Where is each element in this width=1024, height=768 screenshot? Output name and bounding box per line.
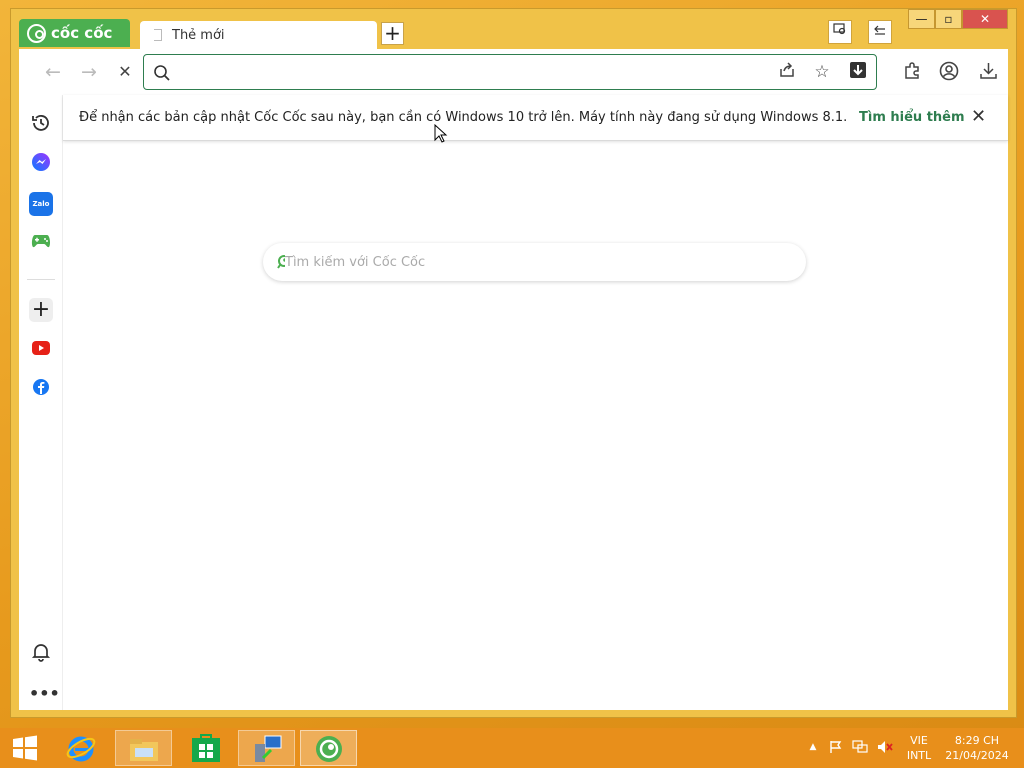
address-input[interactable] <box>180 62 770 82</box>
clock[interactable]: 8:29 CH 21/04/2024 <box>940 733 1014 763</box>
mouse-cursor-icon <box>434 124 448 143</box>
coccoc-logo-icon <box>27 23 46 43</box>
tab-search-button[interactable] <box>828 20 852 44</box>
star-icon[interactable]: ☆ <box>811 61 833 83</box>
profile-icon[interactable] <box>938 61 960 83</box>
download-page-icon[interactable] <box>847 61 869 83</box>
clock-date: 21/04/2024 <box>945 749 1009 762</box>
tab-strip: cốc cốc Thẻ mới + — ▫ ✕ <box>11 9 1016 49</box>
coccoc-icon[interactable] <box>300 730 357 766</box>
taskbar: ▲ VIE INTL 8:29 CH 21/04/2024 <box>0 728 1024 768</box>
newtab-search-box[interactable] <box>263 243 806 281</box>
tab-new-tab[interactable]: Thẻ mới <box>140 21 377 49</box>
language-code: VIE <box>910 734 928 747</box>
brand-name: cốc cốc <box>51 24 113 42</box>
search-icon <box>154 65 170 81</box>
stop-icon[interactable]: ✕ <box>114 61 136 83</box>
windows-start-icon[interactable] <box>0 730 50 766</box>
store-icon[interactable] <box>177 730 234 766</box>
bell-icon[interactable] <box>29 642 53 666</box>
share-icon[interactable] <box>776 61 798 83</box>
browser-window: cốc cốc Thẻ mới + — ▫ ✕ ← → ✕ ☆ Zalo + •… <box>10 8 1017 718</box>
internet-explorer-icon[interactable] <box>52 730 109 766</box>
history-icon[interactable] <box>29 112 53 136</box>
more-icon[interactable]: ••• <box>29 682 60 706</box>
newtab-page: Để nhận các bản cập nhật Cốc Cốc sau này… <box>63 95 1008 710</box>
newtab-search-input[interactable] <box>285 252 785 272</box>
input-language[interactable]: VIE INTL <box>902 733 936 763</box>
close-infobar-icon[interactable]: ✕ <box>971 106 986 127</box>
network-wizard-icon[interactable] <box>238 730 295 766</box>
toolbar: ← → ✕ ☆ <box>19 49 1008 95</box>
extensions-icon[interactable] <box>901 61 923 83</box>
clock-time: 8:29 CH <box>954 734 1000 747</box>
action-center-flag-icon[interactable] <box>828 740 844 758</box>
youtube-icon[interactable] <box>29 338 53 362</box>
show-hidden-icons-icon[interactable]: ▲ <box>806 740 820 755</box>
sidebar-divider <box>27 279 55 280</box>
update-infobar: Để nhận các bản cập nhật Cốc Cốc sau này… <box>63 95 1008 141</box>
keyboard-layout: INTL <box>906 749 932 762</box>
network-icon[interactable] <box>852 740 868 758</box>
zalo-icon[interactable]: Zalo <box>29 192 53 216</box>
coccoc-menu-button[interactable]: cốc cốc <box>19 19 130 47</box>
volume-muted-icon[interactable] <box>876 740 894 758</box>
sidebar-toggle-button[interactable] <box>868 20 892 44</box>
game-icon[interactable] <box>29 232 53 256</box>
sidebar: Zalo + ••• <box>19 95 63 710</box>
back-icon[interactable]: ← <box>42 61 64 83</box>
maximize-button[interactable]: ▫ <box>935 9 962 29</box>
page-icon <box>154 29 162 41</box>
tab-search-icon <box>833 23 846 35</box>
sidebar-toggle-icon <box>874 25 885 35</box>
downloads-icon[interactable] <box>977 61 999 83</box>
new-tab-button[interactable]: + <box>381 22 404 45</box>
file-explorer-icon[interactable] <box>115 730 172 766</box>
tab-title: Thẻ mới <box>172 27 225 43</box>
minimize-button[interactable]: — <box>908 9 935 29</box>
close-button[interactable]: ✕ <box>962 9 1008 29</box>
forward-icon[interactable]: → <box>78 61 100 83</box>
messenger-icon[interactable] <box>29 152 53 176</box>
add-icon[interactable]: + <box>29 298 53 322</box>
learn-more-link[interactable]: Tìm hiểu thêm <box>859 110 965 125</box>
infobar-message: Để nhận các bản cập nhật Cốc Cốc sau này… <box>79 110 848 125</box>
address-bar[interactable]: ☆ <box>143 54 877 90</box>
facebook-icon[interactable] <box>29 378 53 402</box>
